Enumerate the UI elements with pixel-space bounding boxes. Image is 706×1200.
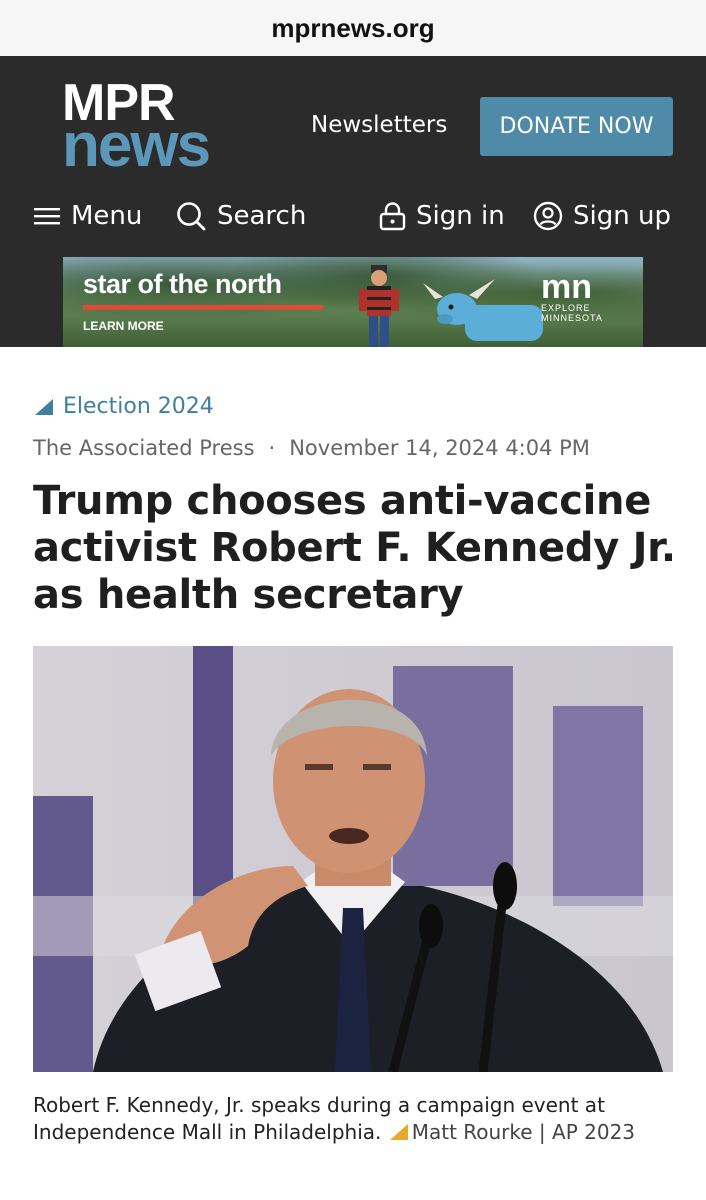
signup-label: Sign up	[573, 201, 671, 231]
logo-news: news	[62, 111, 211, 180]
caption-credit: Matt Rourke | AP 2023	[411, 1120, 636, 1144]
explore-minnesota-mark: mn	[541, 268, 592, 306]
url-bar[interactable]: mprnews.org	[0, 0, 706, 56]
ad-underline	[83, 305, 323, 310]
explore-minnesota-sub1: EXPLORE	[541, 303, 591, 313]
ad-banner[interactable]: star of the north LEARN MORE mn EXPLORE	[63, 257, 643, 347]
triangle-icon	[35, 398, 53, 415]
search-icon	[177, 202, 206, 231]
hamburger-icon	[34, 208, 60, 225]
signup-button[interactable]: Sign up	[533, 196, 671, 236]
signin-button[interactable]: Sign in	[379, 196, 505, 236]
menu-label: Menu	[71, 201, 143, 231]
mpr-news-logo[interactable]: MPR news	[62, 77, 252, 180]
author: The Associated Press	[33, 436, 255, 460]
article-photo[interactable]	[33, 646, 673, 1072]
site-header: MPR news Newsletters DONATE NOW Menu Sea…	[0, 56, 706, 347]
explore-minnesota-sub2: MINNESOTA	[541, 313, 603, 323]
publish-date: November 14, 2024 4:04 PM	[289, 436, 590, 460]
photo-caption: Robert F. Kennedy, Jr. speaks during a c…	[33, 1092, 673, 1146]
triangle-icon	[389, 1124, 408, 1140]
ad-headline: star of the north	[83, 269, 282, 299]
lock-icon	[379, 202, 406, 231]
byline: The Associated Press · November 14, 2024 4…	[33, 436, 590, 460]
donate-button[interactable]: DONATE NOW	[480, 97, 673, 156]
category-label: Election 2024	[63, 394, 214, 419]
user-icon	[533, 201, 563, 231]
url-text: mprnews.org	[271, 12, 435, 43]
ad-learn-more[interactable]: LEARN MORE	[83, 319, 164, 333]
search-button[interactable]: Search	[175, 196, 306, 236]
byline-separator: ·	[268, 436, 276, 460]
article-title: Trump chooses anti-vaccine activist Robe…	[33, 478, 676, 618]
newsletters-link[interactable]: Newsletters	[311, 112, 447, 138]
signin-label: Sign in	[416, 201, 505, 231]
search-label: Search	[217, 201, 307, 231]
explore-minnesota-logo: mn EXPLORE MINNESOTA	[541, 268, 631, 331]
nav-row: Menu Search Sign in Sign up	[0, 196, 706, 236]
category-link[interactable]: Election 2024	[35, 394, 214, 419]
lumberjack-statue-image	[359, 265, 399, 347]
menu-button[interactable]: Menu	[33, 196, 142, 236]
blue-ox-statue-image	[423, 279, 543, 341]
